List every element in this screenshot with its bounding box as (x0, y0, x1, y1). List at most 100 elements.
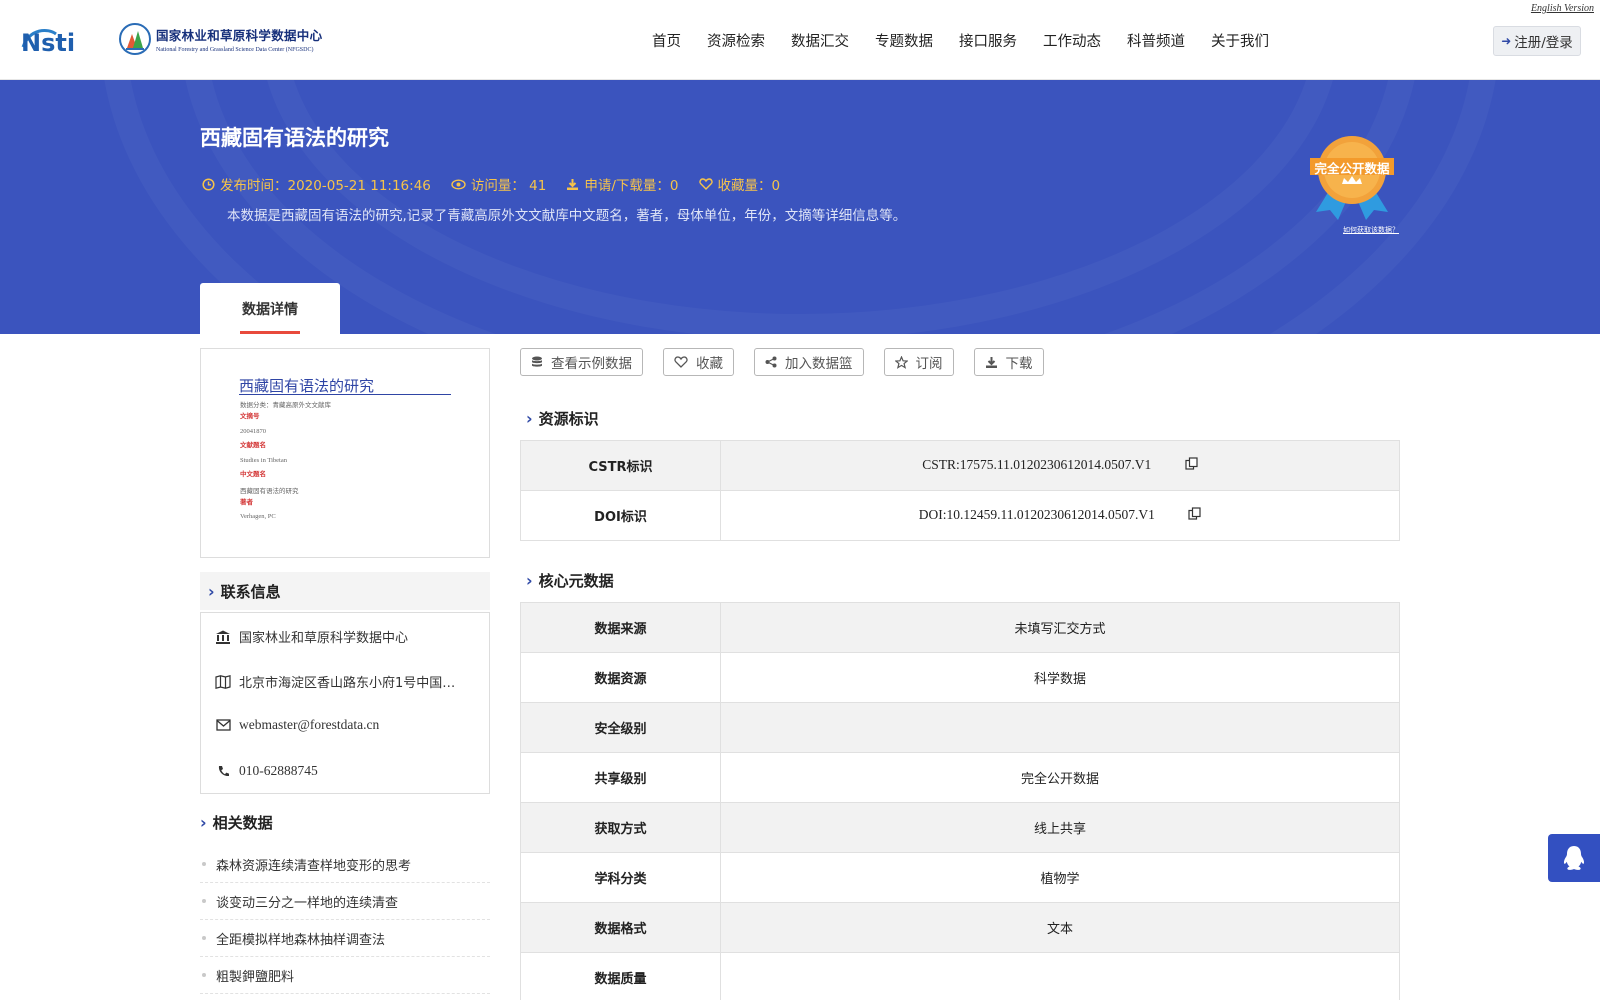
dataset-thumbnail[interactable]: 西藏固有语法的研究 数据分类：青藏高原外文文献库 文摘号 20041870 文献… (200, 348, 490, 558)
map-icon (215, 674, 231, 689)
thumbnail-line: Verhagen, PC (240, 513, 276, 520)
related-item[interactable]: 森林资源连续清查样地变形的思考 (200, 846, 490, 883)
table-row: 数据质量 (520, 952, 1400, 1000)
table-row: 共享级别 完全公开数据 (520, 752, 1400, 803)
related-item-label: 粗製鉀鹽肥料 (216, 969, 295, 985)
table-key: 学科分类 (520, 852, 721, 903)
contact-org-text: 国家林业和草原科学数据中心 (239, 631, 409, 646)
nsti-logo[interactable]: Nsti (20, 24, 96, 59)
related-item-label: 森林资源连续清查样地变形的思考 (216, 858, 412, 874)
publish-time: 发布时间：2020-05-21 11:16:46 (202, 174, 431, 194)
table-key: 数据格式 (520, 902, 721, 953)
heart-icon (698, 178, 713, 190)
share-icon (765, 356, 777, 368)
core-metadata-table: 数据来源 未填写汇交方式 数据资源 科学数据 安全级别 共享级别 完全公开数据 获取方… (520, 602, 1400, 1000)
subscribe-button[interactable]: 订阅 (883, 348, 954, 376)
tab-data-details-label: 数据详情 (242, 302, 298, 318)
nfgsdc-logo[interactable]: 国家林业和草原科学数据中心 National Forestry and Gras… (118, 22, 322, 56)
dataset-description: 本数据是西藏固有语法的研究,记录了青藏高原外文文献库中文题名，著者，母体单位，年… (227, 208, 907, 224)
dataset-banner: 西藏固有语法的研究 发布时间：2020-05-21 11:16:46 访问量： … (0, 80, 1600, 334)
download-count-text: 申请/下载量：0 (584, 178, 679, 194)
related-data-list: 森林资源连续清查样地变形的思考 谈变动三分之一样地的连续清查 全距模拟样地森林抽… (200, 846, 490, 994)
qq-chat-button[interactable] (1548, 834, 1600, 882)
thumbnail-line: Studies in Tibetan (240, 457, 287, 464)
thumbnail-line: 西藏固有语法的研究 (240, 488, 299, 495)
chevron-right-icon: › (526, 409, 533, 428)
related-item[interactable]: 谈变动三分之一样地的连续清查 (200, 883, 490, 920)
star-icon (894, 355, 908, 369)
contact-email-text[interactable]: webmaster@forestdata.cn (239, 717, 379, 733)
contact-phone: 010-62888745 (215, 763, 318, 779)
table-row: 获取方式 线上共享 (520, 802, 1400, 853)
contact-phone-text: 010-62888745 (239, 763, 318, 778)
eye-icon (451, 178, 466, 190)
table-value: DOI:10.12459.11.0120230612014.0507.V1 (720, 490, 1400, 541)
core-metadata-heading: › 核心元数据 (526, 570, 614, 591)
contact-org: 国家林业和草原科学数据中心 (215, 627, 408, 646)
nav-about-us[interactable]: 关于我们 (1211, 30, 1269, 51)
tab-data-details[interactable]: 数据详情 (200, 283, 340, 334)
copy-icon[interactable] (1185, 457, 1198, 474)
logo-cn-text: 国家林业和草原科学数据中心 (156, 28, 323, 43)
favorite-count: 收藏量：0 (698, 174, 780, 194)
bullet-icon (202, 899, 206, 903)
related-item-label: 谈变动三分之一样地的连续清查 (216, 895, 399, 911)
table-row: 数据资源 科学数据 (520, 652, 1400, 703)
table-row: 数据格式 文本 (520, 902, 1400, 953)
chevron-right-icon: › (200, 813, 207, 832)
chevron-right-icon: › (526, 571, 533, 590)
how-to-get-data-link[interactable]: 如何获取该数据？ (1343, 225, 1399, 235)
contact-info-heading: › 联系信息 (200, 572, 490, 610)
related-item[interactable]: 粗製鉀鹽肥料 (200, 957, 490, 994)
add-to-basket-button[interactable]: 加入数据篮 (754, 348, 864, 376)
download-label: 下载 (1005, 356, 1033, 372)
table-key: CSTR标识 (520, 440, 721, 491)
nav-home[interactable]: 首页 (652, 30, 681, 51)
download-button[interactable]: 下载 (973, 348, 1044, 376)
clock-icon (202, 177, 215, 191)
table-value: 完全公开数据 (720, 752, 1400, 803)
add-to-basket-label: 加入数据篮 (785, 356, 853, 372)
table-value: CSTR:17575.11.0120230612014.0507.V1 (720, 440, 1400, 491)
sign-in-icon: ➜ (1501, 34, 1512, 48)
thumbnail-divider (239, 394, 451, 395)
contact-info-heading-text: 联系信息 (220, 582, 281, 601)
phone-icon (218, 766, 229, 777)
core-metadata-heading-text: 核心元数据 (538, 572, 614, 590)
nav-work-news[interactable]: 工作动态 (1043, 30, 1101, 51)
ribbon-medal-icon (1310, 136, 1394, 220)
nav-api-service[interactable]: 接口服务 (959, 30, 1017, 51)
heart-icon (674, 356, 688, 368)
register-login-button[interactable]: ➜ 注册/登录 (1493, 26, 1581, 56)
view-sample-data-button[interactable]: 查看示例数据 (520, 348, 643, 376)
english-version-link[interactable]: English Version (1531, 3, 1594, 14)
table-value: 植物学 (720, 852, 1400, 903)
related-item[interactable]: 全距模拟样地森林抽样调查法 (200, 920, 490, 957)
nav-data-submission[interactable]: 数据汇交 (791, 30, 849, 51)
nav-resource-search[interactable]: 资源检索 (707, 30, 765, 51)
favorite-button[interactable]: 收藏 (663, 348, 734, 376)
thumbnail-line: 文摘号 (240, 412, 260, 420)
table-value: 线上共享 (720, 802, 1400, 853)
thumbnail-line: 20041870 (240, 428, 266, 435)
bullet-icon (202, 862, 206, 866)
table-key: 数据质量 (520, 952, 721, 1000)
thumbnail-line: 数据分类：青藏高原外文文献库 (240, 402, 331, 409)
nav-thematic-data[interactable]: 专题数据 (875, 30, 933, 51)
nav-science-channel[interactable]: 科普频道 (1127, 30, 1185, 51)
table-row: 数据来源 未填写汇交方式 (520, 602, 1400, 653)
table-value (720, 702, 1400, 753)
copy-icon[interactable] (1188, 507, 1201, 524)
table-key: 数据来源 (520, 602, 721, 653)
table-key: 数据资源 (520, 652, 721, 703)
badge-text: 完全公开数据 (1314, 161, 1390, 176)
tab-active-indicator (240, 331, 300, 334)
table-value: 文本 (720, 902, 1400, 953)
bullet-icon (202, 973, 206, 977)
related-data-heading: › 相关数据 (200, 812, 273, 833)
table-row: 安全级别 (520, 702, 1400, 753)
download-icon (985, 356, 997, 368)
contact-email: webmaster@forestdata.cn (215, 717, 379, 733)
dataset-title: 西藏固有语法的研究 (200, 126, 389, 150)
qq-penguin-icon (1563, 846, 1585, 870)
